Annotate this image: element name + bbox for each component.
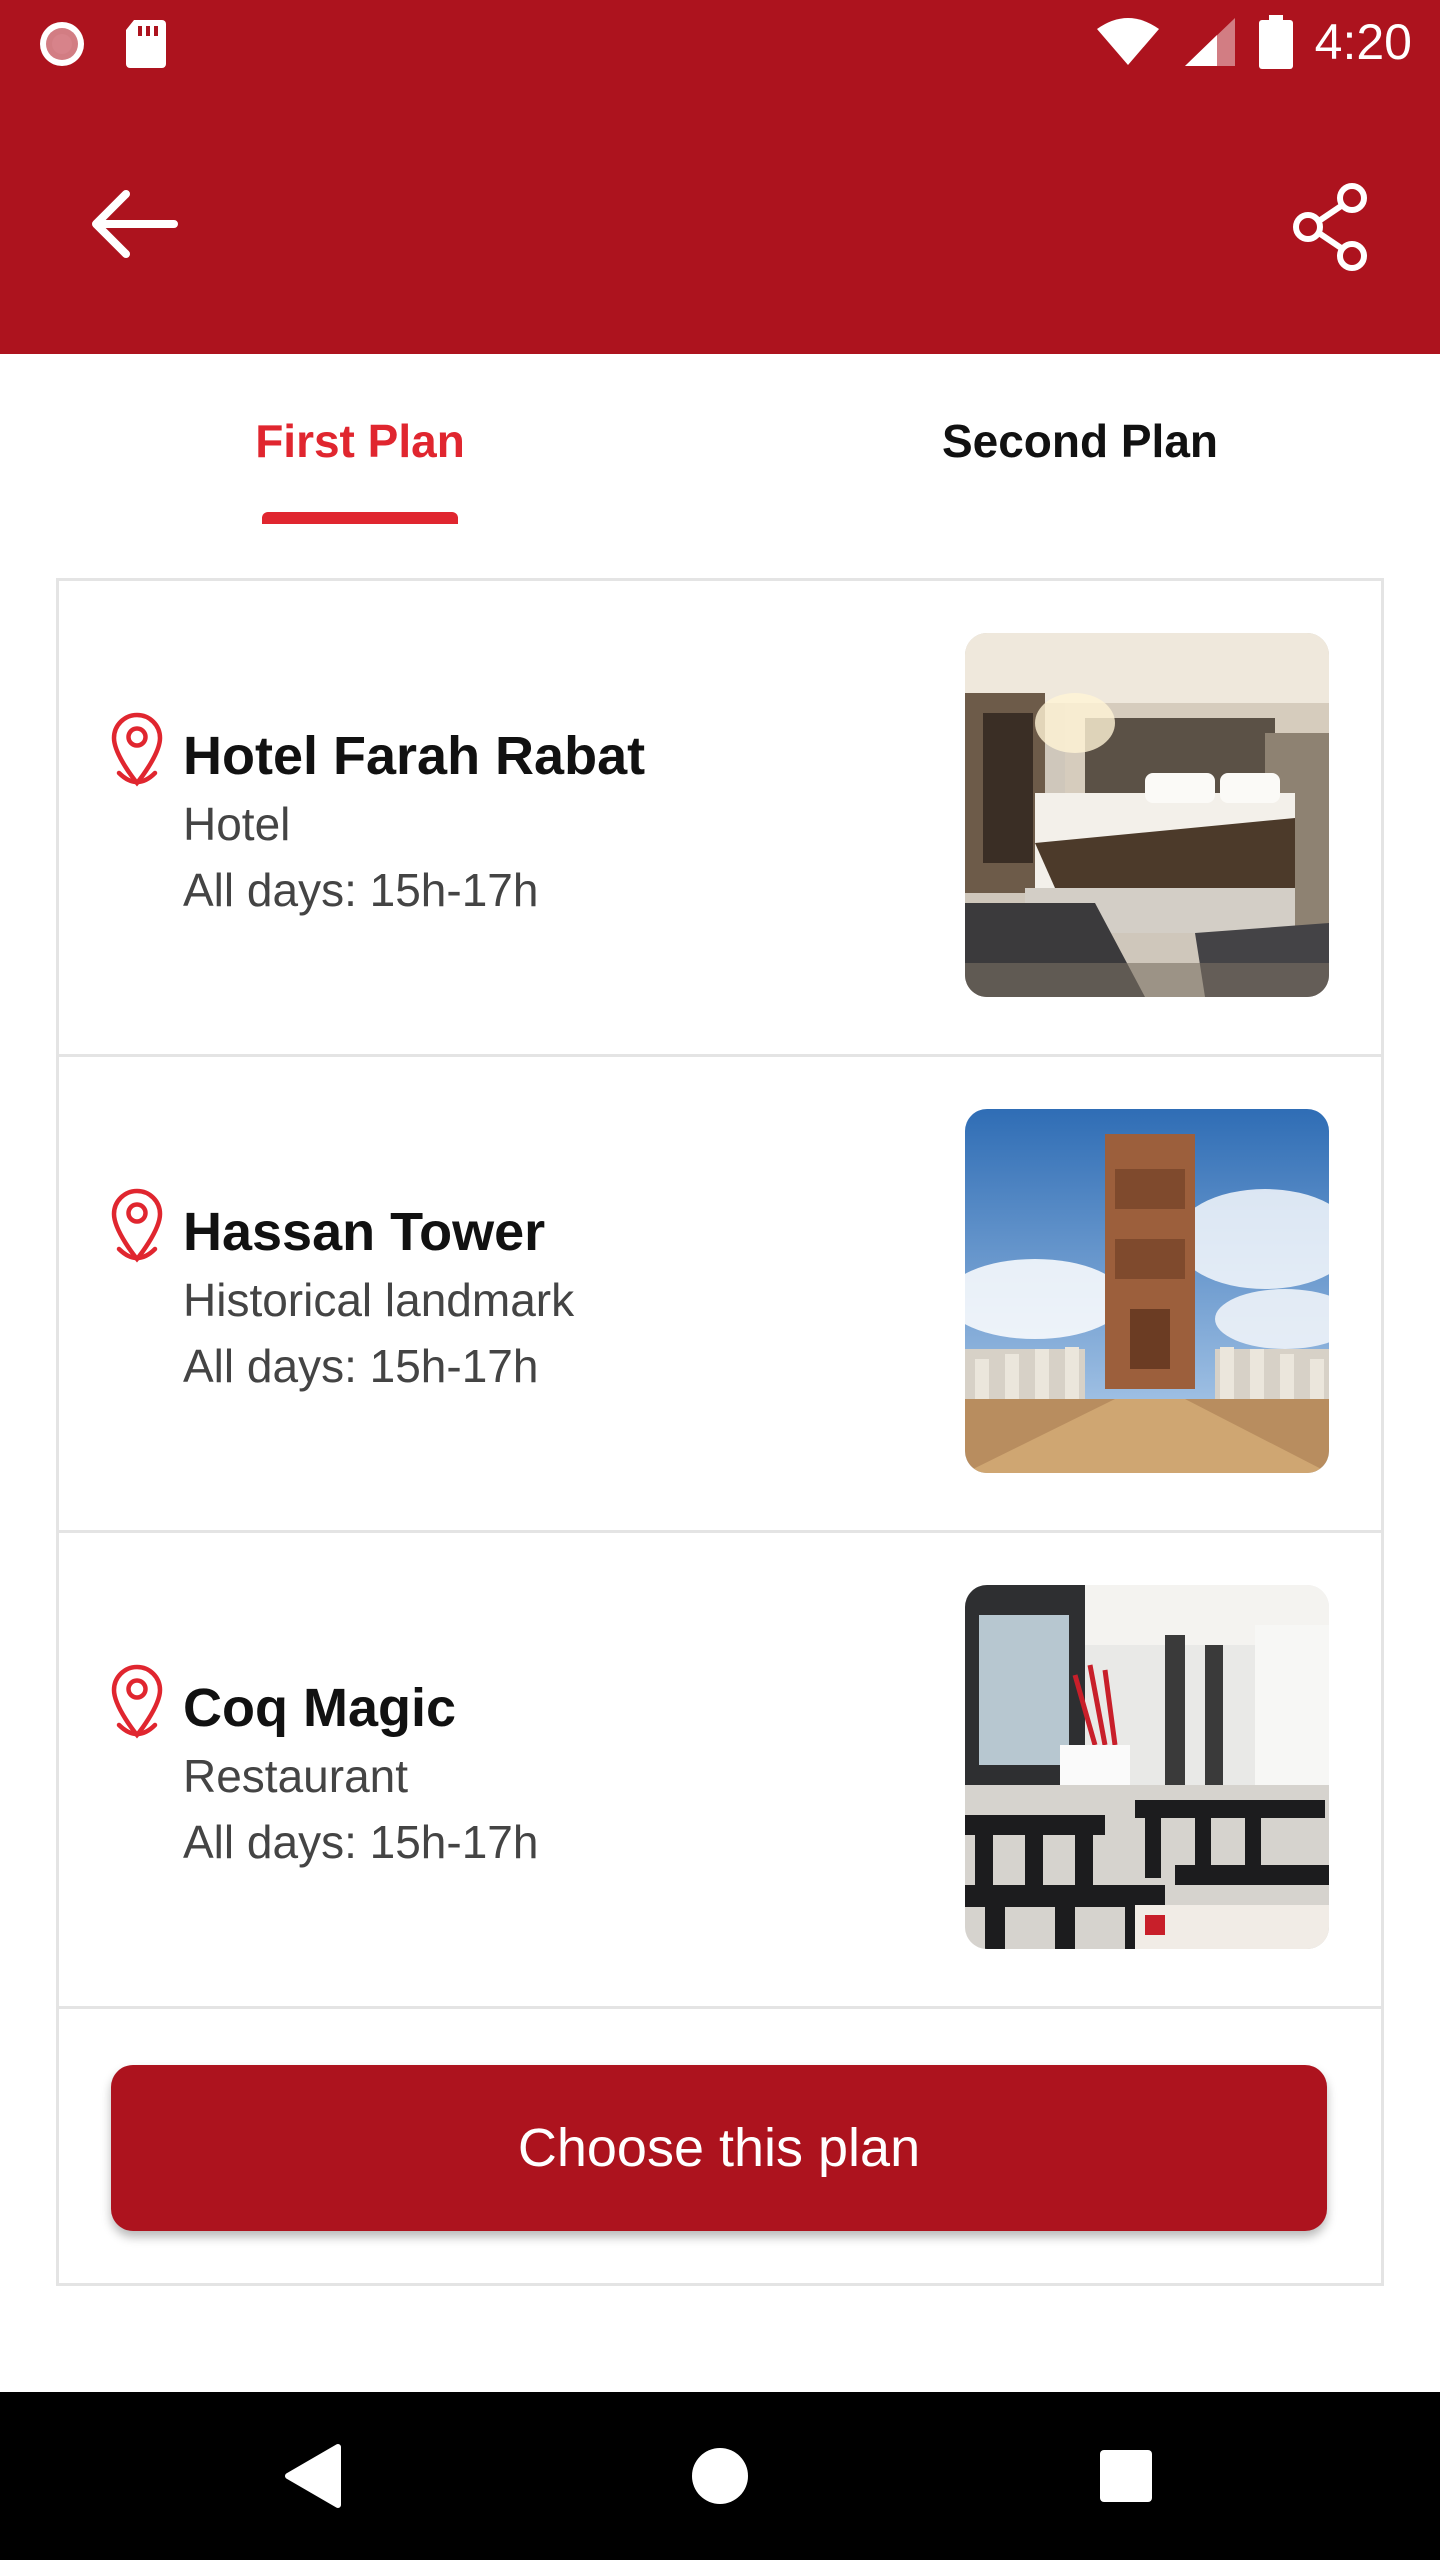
place-item[interactable]: Hassan Tower Historical landmark All day…	[59, 1057, 1381, 1533]
nav-back-button[interactable]	[272, 2434, 356, 2518]
place-name: Hassan Tower	[183, 1202, 546, 1262]
status-bar: 4:20	[0, 0, 1440, 84]
share-icon	[1293, 183, 1367, 271]
plan-card: Hotel Farah Rabat Hotel All days: 15h-17…	[56, 578, 1384, 2286]
plan-tabs: First Plan Second Plan	[0, 354, 1440, 524]
share-button[interactable]	[1276, 172, 1386, 282]
arrow-left-icon	[92, 190, 178, 258]
place-type: Historical landmark	[183, 1274, 575, 1326]
place-hours: All days: 15h-17h	[183, 1816, 539, 1868]
choose-plan-area: Choose this plan	[59, 2009, 1381, 2286]
tab-first-plan[interactable]: First Plan	[0, 354, 720, 524]
battery-icon	[1258, 15, 1293, 69]
place-details: Hotel Farah Rabat Hotel All days: 15h-17…	[183, 721, 645, 923]
nav-recents-button[interactable]	[1084, 2434, 1168, 2518]
location-pin-icon	[111, 1664, 163, 1739]
recents-square-icon	[1100, 2450, 1152, 2502]
hotel-room-photo	[965, 633, 1329, 997]
status-time: 4:20	[1314, 14, 1412, 70]
place-hours: All days: 15h-17h	[183, 864, 539, 916]
status-left-icons	[36, 18, 168, 70]
place-type: Restaurant	[183, 1750, 409, 1802]
system-nav-bar	[0, 2392, 1440, 2560]
location-pin-icon	[111, 1188, 163, 1263]
place-details: Hassan Tower Historical landmark All day…	[183, 1197, 574, 1399]
home-circle-icon	[692, 2448, 748, 2504]
back-triangle-icon	[285, 2444, 341, 2508]
place-name: Coq Magic	[183, 1678, 457, 1738]
place-type: Hotel	[183, 798, 291, 850]
screen: 4:20 First Plan Second Plan Hotel Farah …	[0, 0, 1440, 2560]
place-details: Coq Magic Restaurant All days: 15h-17h	[183, 1673, 538, 1875]
app-bar	[0, 84, 1440, 354]
place-item[interactable]: Hotel Farah Rabat Hotel All days: 15h-17…	[59, 581, 1381, 1057]
tab-second-plan[interactable]: Second Plan	[720, 354, 1440, 524]
restaurant-interior-photo	[965, 1585, 1329, 1949]
signal-icon	[1184, 18, 1235, 66]
record-icon	[40, 22, 84, 66]
place-item[interactable]: Coq Magic Restaurant All days: 15h-17h	[59, 1533, 1381, 2009]
location-pin-icon	[111, 712, 163, 787]
nav-home-button[interactable]	[678, 2434, 762, 2518]
wifi-icon	[1096, 18, 1159, 65]
sd-card-icon	[126, 20, 166, 68]
choose-plan-button[interactable]: Choose this plan	[111, 2065, 1327, 2231]
tab-indicator	[262, 512, 458, 524]
place-hours: All days: 15h-17h	[183, 1340, 539, 1392]
place-name: Hotel Farah Rabat	[183, 726, 646, 786]
hassan-tower-photo	[965, 1109, 1329, 1473]
status-right-icons: 4:20	[1095, 10, 1412, 74]
back-button[interactable]	[78, 174, 188, 274]
